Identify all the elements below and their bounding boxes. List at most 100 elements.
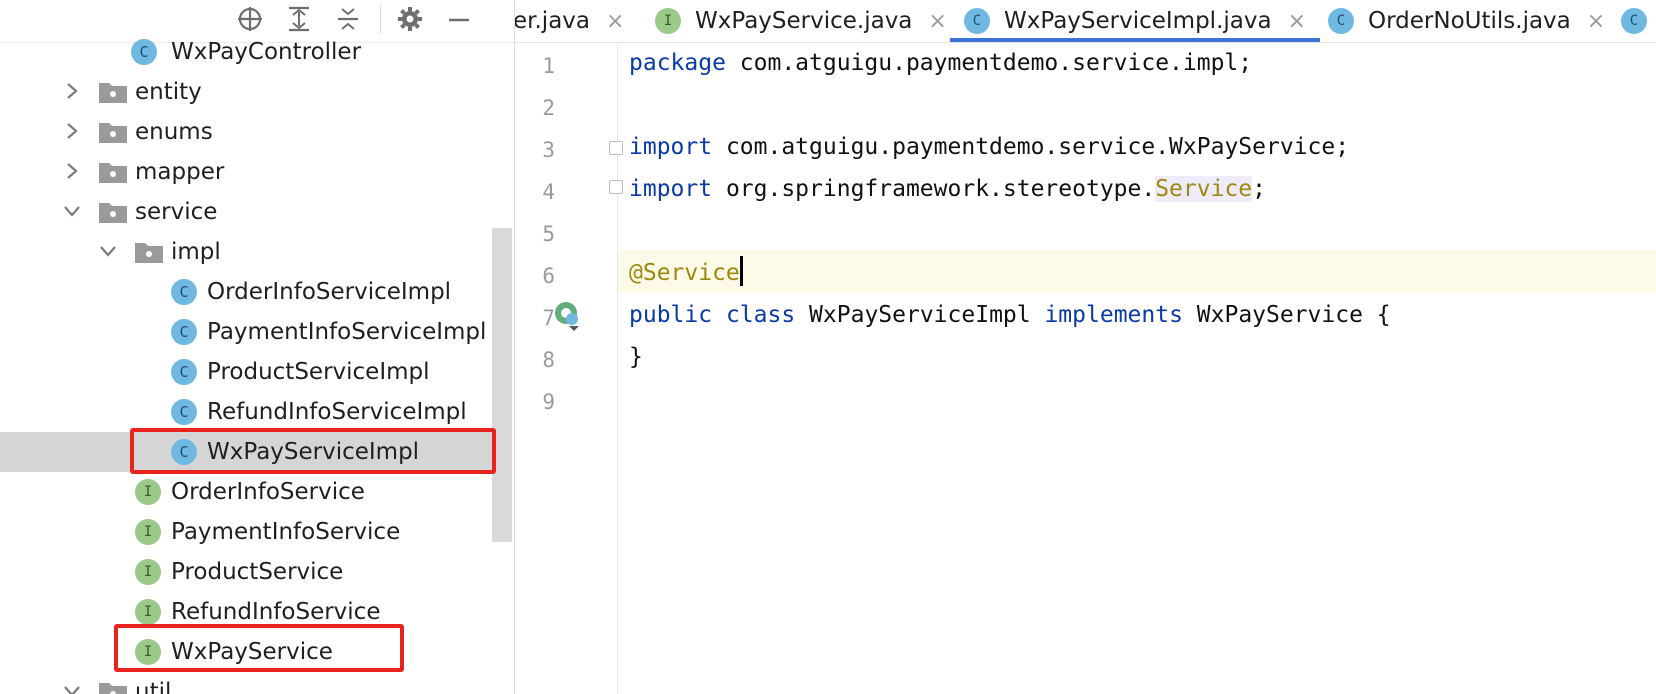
tab-label: WxPayService.java bbox=[695, 8, 913, 34]
annotation: @Service bbox=[629, 260, 740, 286]
hide-icon[interactable] bbox=[444, 4, 474, 34]
tab-ordernoutils[interactable]: C OrderNoUtils.java × bbox=[1328, 0, 1605, 42]
tree-item-productservice[interactable]: I ProductService bbox=[0, 552, 510, 592]
fold-marker-icon[interactable] bbox=[609, 141, 623, 155]
tree-item-label: RefundInfoServiceImpl bbox=[207, 399, 467, 425]
chevron-down-icon[interactable] bbox=[61, 680, 83, 694]
tree-scrollbar[interactable] bbox=[492, 228, 512, 542]
code-line-3: import com.atguigu.paymentdemo.service.W… bbox=[609, 126, 1656, 168]
implements-gutter-icon[interactable] bbox=[551, 298, 585, 332]
class-icon: C bbox=[964, 8, 990, 34]
tree-item-paymentinfoserviceimpl[interactable]: C PaymentInfoServiceImpl bbox=[0, 312, 510, 352]
close-icon[interactable]: × bbox=[606, 9, 624, 34]
line-number-gutter: 1 2 3 4 5 6 7 8 9 bbox=[515, 42, 617, 694]
keyword: import bbox=[629, 176, 713, 202]
class-icon: C bbox=[131, 39, 157, 65]
collapse-all-icon[interactable] bbox=[333, 4, 363, 34]
tree-item-orderinfoservice[interactable]: I OrderInfoService bbox=[0, 472, 510, 512]
line-number: 2 bbox=[542, 96, 555, 120]
settings-icon[interactable] bbox=[395, 4, 425, 34]
tab-wxpayservice[interactable]: I WxPayService.java × bbox=[655, 0, 947, 42]
code-line-1: package com.atguigu.paymentdemo.service.… bbox=[618, 42, 1656, 84]
package-folder-icon bbox=[99, 123, 127, 143]
interface-icon: I bbox=[135, 599, 161, 625]
code-line-7: public class WxPayServiceImpl implements… bbox=[618, 294, 1656, 336]
tree-item-label: WxPayController bbox=[171, 39, 362, 65]
keyword: public bbox=[629, 302, 713, 328]
package-folder-icon bbox=[135, 243, 163, 263]
toolbar-separator bbox=[380, 4, 381, 34]
close-icon[interactable]: × bbox=[1288, 9, 1306, 34]
close-icon[interactable]: × bbox=[928, 9, 946, 34]
interface-icon: I bbox=[655, 8, 681, 34]
close-icon[interactable]: × bbox=[1587, 9, 1605, 34]
tree-item-wxpaycontroller[interactable]: C WxPayController bbox=[0, 32, 510, 72]
tree-item-label: RefundInfoService bbox=[171, 599, 381, 625]
code-text: ; bbox=[1252, 176, 1266, 202]
code-line-6: @Service bbox=[618, 250, 1656, 292]
chevron-right-icon[interactable] bbox=[61, 120, 83, 142]
editor-tabs: er.java × I WxPayService.java × C WxPayS… bbox=[515, 0, 1656, 43]
chevron-down-icon[interactable] bbox=[61, 200, 83, 222]
tree-item-label: mapper bbox=[135, 159, 225, 185]
tree-item-productserviceimpl[interactable]: C ProductServiceImpl bbox=[0, 352, 510, 392]
tree-item-label: enums bbox=[135, 119, 213, 145]
line-number: 8 bbox=[542, 348, 555, 372]
tree-item-util[interactable]: util bbox=[0, 672, 510, 694]
package-folder-icon bbox=[99, 163, 127, 183]
tree-item-impl[interactable]: impl bbox=[0, 232, 510, 272]
line-number: 6 bbox=[542, 264, 555, 288]
tree-item-service[interactable]: service bbox=[0, 192, 510, 232]
expand-all-icon[interactable] bbox=[284, 4, 314, 34]
tab-wxpaycontroller[interactable]: er.java × bbox=[515, 0, 624, 42]
tree-item-label: PaymentInfoServiceImpl bbox=[207, 319, 487, 345]
chevron-down-icon[interactable] bbox=[97, 240, 119, 262]
class-icon: C bbox=[171, 359, 197, 385]
project-panel: C WxPayController entity enums mapper se… bbox=[0, 0, 514, 694]
code-text: } bbox=[629, 344, 643, 370]
code-area[interactable]: package com.atguigu.paymentdemo.service.… bbox=[609, 42, 1656, 694]
code-editor: er.java × I WxPayService.java × C WxPayS… bbox=[514, 0, 1656, 694]
tree-item-enums[interactable]: enums bbox=[0, 112, 510, 152]
tree-item-paymentinfoservice[interactable]: I PaymentInfoService bbox=[0, 512, 510, 552]
line-number: 1 bbox=[542, 54, 555, 78]
line-number: 4 bbox=[542, 180, 555, 204]
class-icon: C bbox=[1621, 8, 1647, 34]
code-text: org.springframework.stereotype. bbox=[712, 176, 1156, 202]
tree-item-entity[interactable]: entity bbox=[0, 72, 510, 112]
package-folder-icon bbox=[99, 683, 127, 694]
interface-icon: I bbox=[135, 519, 161, 545]
code-text: WxPayServiceImpl bbox=[795, 302, 1045, 328]
tree-item-label: ProductServiceImpl bbox=[207, 359, 430, 385]
fold-marker-icon[interactable] bbox=[609, 180, 623, 194]
chevron-right-icon[interactable] bbox=[61, 160, 83, 182]
locate-icon[interactable] bbox=[235, 4, 265, 34]
keyword: package bbox=[629, 50, 726, 76]
tab-wxpayserviceimpl[interactable]: C WxPayServiceImpl.java × bbox=[950, 0, 1321, 42]
highlight-box-wxpayservice bbox=[114, 624, 404, 672]
tree-item-orderinfoserviceimpl[interactable]: C OrderInfoServiceImpl bbox=[0, 272, 510, 312]
tree-item-mapper[interactable]: mapper bbox=[0, 152, 510, 192]
class-icon: C bbox=[1328, 8, 1354, 34]
tree-item-label: OrderInfoServiceImpl bbox=[207, 279, 452, 305]
chevron-right-icon[interactable] bbox=[61, 80, 83, 102]
code-text: WxPayService { bbox=[1182, 302, 1391, 328]
tab-overflow[interactable]: C bbox=[1621, 0, 1656, 42]
interface-icon: I bbox=[135, 559, 161, 585]
code-text: com.atguigu.paymentdemo.service.WxPaySer… bbox=[712, 134, 1350, 160]
tree-item-refundinfoserviceimpl[interactable]: C RefundInfoServiceImpl bbox=[0, 392, 510, 432]
interface-icon: I bbox=[135, 479, 161, 505]
tab-label: er.java bbox=[515, 8, 590, 34]
highlight-box-wxpayserviceimpl bbox=[130, 428, 496, 474]
class-icon: C bbox=[171, 279, 197, 305]
line-number: 3 bbox=[542, 138, 555, 162]
line-number: 7 bbox=[542, 306, 555, 330]
code-line-8: } bbox=[618, 336, 1656, 378]
tree-item-label: PaymentInfoService bbox=[171, 519, 401, 545]
text-caret bbox=[739, 256, 743, 286]
tree-item-label: service bbox=[135, 199, 218, 225]
class-icon: C bbox=[171, 319, 197, 345]
